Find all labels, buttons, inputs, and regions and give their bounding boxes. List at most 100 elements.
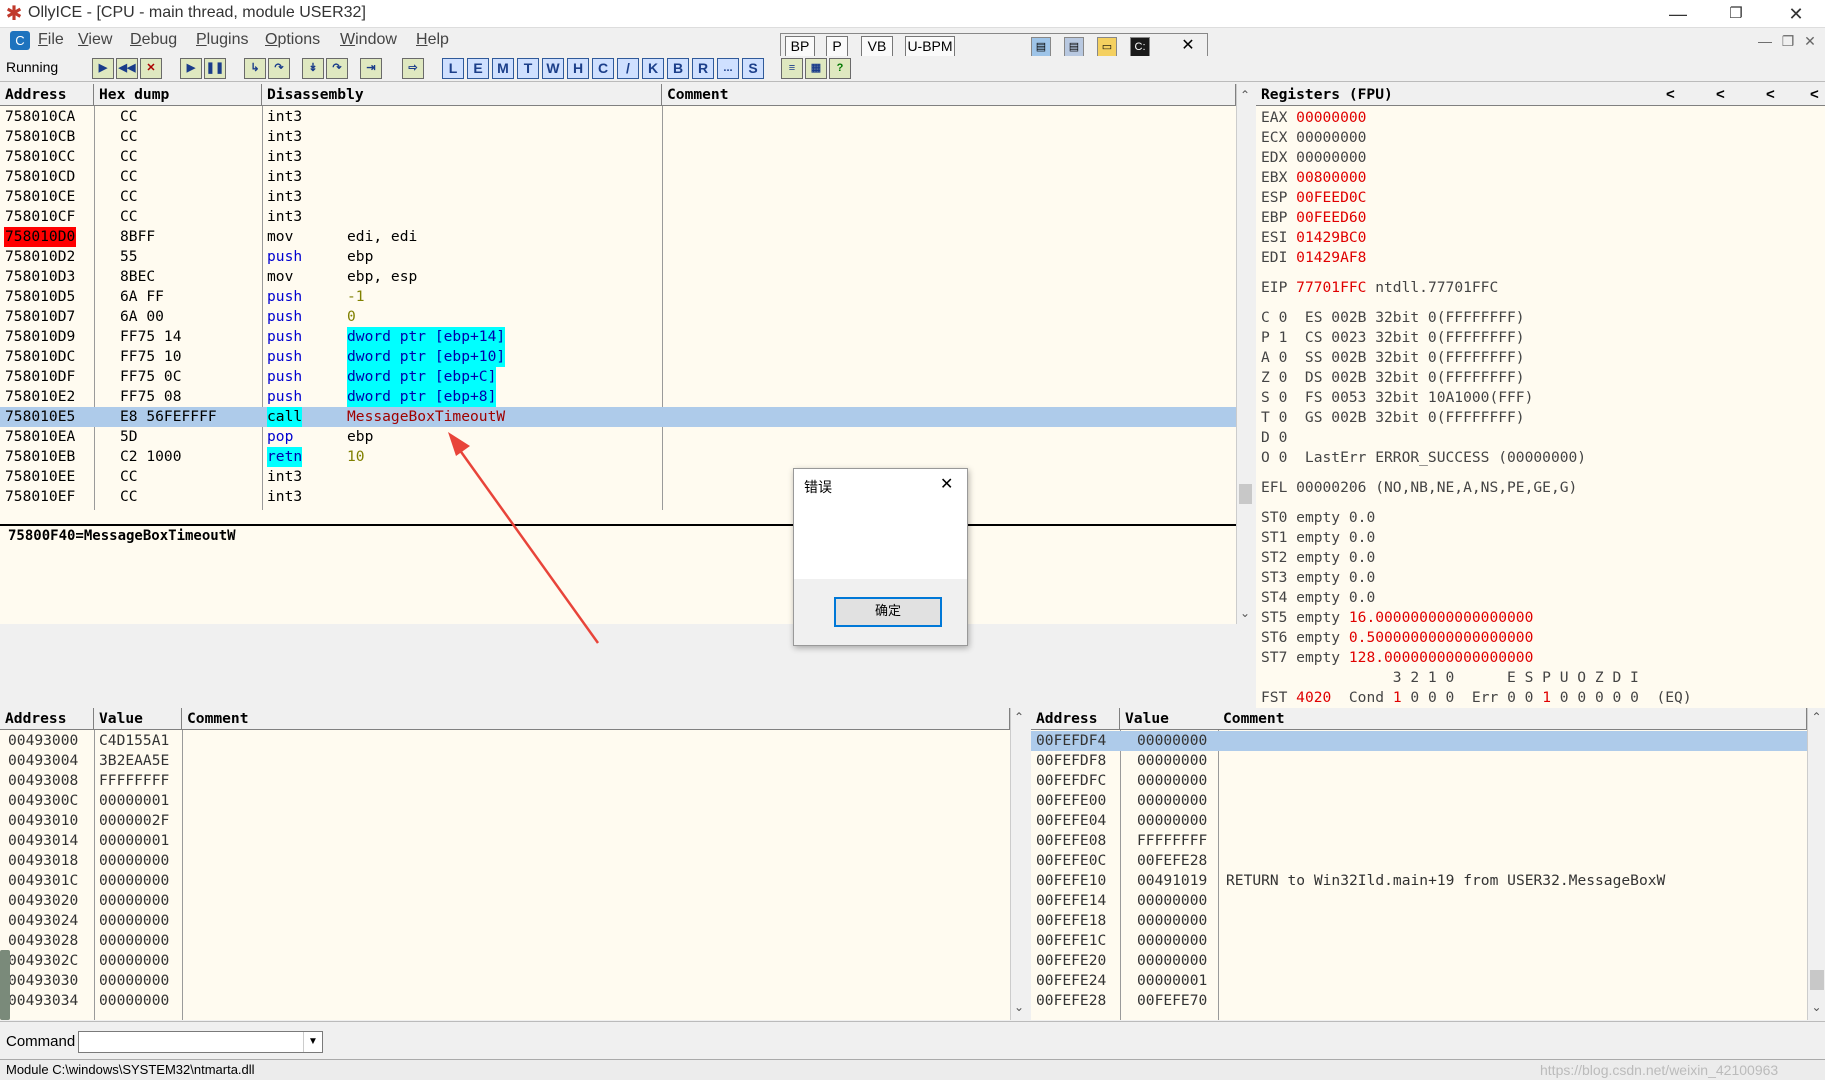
toolbar-c-button[interactable]: C bbox=[592, 58, 614, 79]
scroll-up-icon[interactable]: ⌃ bbox=[1808, 710, 1825, 724]
dump-row[interactable]: 00493028 00000000 bbox=[0, 931, 1010, 951]
command-input[interactable] bbox=[78, 1031, 323, 1053]
stack-row[interactable]: 00FEFDF8 00000000 bbox=[1031, 751, 1807, 771]
stack-address[interactable]: 00FEFDF4 bbox=[1036, 731, 1106, 751]
trace-over-icon[interactable]: ↷ bbox=[326, 58, 348, 79]
reg-arrow-4[interactable]: < bbox=[1810, 86, 1824, 103]
disasm-address[interactable]: 758010CE bbox=[4, 187, 76, 207]
dump-address[interactable]: 00493004 bbox=[8, 751, 78, 771]
reg-arrow-1[interactable]: < bbox=[1666, 86, 1686, 103]
stack-row[interactable]: 00FEFDFC 00000000 bbox=[1031, 771, 1807, 791]
stack-scrollbar[interactable]: ⌃ ⌄ bbox=[1807, 708, 1825, 1020]
scroll-down-icon[interactable]: ⌄ bbox=[1808, 1000, 1825, 1014]
toolbar-r-button[interactable]: R bbox=[692, 58, 714, 79]
dump-row[interactable]: 00493000 C4D155A1 bbox=[0, 731, 1010, 751]
disasm-row[interactable]: 758010EE CC int3 bbox=[0, 467, 1236, 487]
stack-row[interactable]: 00FEFE08 FFFFFFFF bbox=[1031, 831, 1807, 851]
toolbar-t-button[interactable]: T bbox=[517, 58, 539, 79]
dump-address-header[interactable]: Address bbox=[0, 708, 94, 730]
disasm-address[interactable]: 758010EF bbox=[4, 487, 76, 507]
disasm-address[interactable]: 758010CC bbox=[4, 147, 76, 167]
dump-address[interactable]: 0049300C bbox=[8, 791, 78, 811]
register-value[interactable]: 00FEED60 bbox=[1296, 209, 1366, 226]
menu-help[interactable]: Help bbox=[416, 31, 449, 49]
col-hex-header[interactable]: Hex dump bbox=[94, 84, 262, 106]
toolbar-e-button[interactable]: E bbox=[467, 58, 489, 79]
stack-row[interactable]: 00FEFE0C 00FEFE28 bbox=[1031, 851, 1807, 871]
stack-address[interactable]: 00FEFDF8 bbox=[1036, 751, 1106, 771]
scroll-up-icon[interactable]: ⌃ bbox=[1237, 88, 1253, 102]
disasm-address[interactable]: 758010D0 bbox=[4, 227, 77, 247]
stack-address[interactable]: 00FEFE24 bbox=[1036, 971, 1106, 991]
dialog-close-icon[interactable]: ✕ bbox=[940, 474, 953, 494]
disasm-address[interactable]: 758010CD bbox=[4, 167, 76, 187]
registers-header[interactable]: Registers (FPU) bbox=[1256, 84, 1825, 106]
stack-listing[interactable]: 00FEFDF4 00000000 00FEFDF8 00000000 00FEFDFC… bbox=[1031, 731, 1807, 1020]
toolbar-m-button[interactable]: M bbox=[492, 58, 514, 79]
reg-arrow-2[interactable]: < bbox=[1716, 86, 1736, 103]
fpu-value[interactable]: 0.0 bbox=[1349, 529, 1375, 546]
disasm-row[interactable]: 758010DC FF75 10 push dword ptr [ebp+10] bbox=[0, 347, 1236, 367]
disasm-address[interactable]: 758010D5 bbox=[4, 287, 76, 307]
register-value[interactable]: 00000000 bbox=[1296, 109, 1366, 126]
disasm-address[interactable]: 758010E2 bbox=[4, 387, 76, 407]
plugin-close-icon[interactable]: ✕ bbox=[1178, 37, 1198, 57]
dump-address[interactable]: 00493024 bbox=[8, 911, 78, 931]
fpu-value[interactable]: 16.000000000000000000 bbox=[1349, 609, 1534, 626]
disasm-address[interactable]: 758010EA bbox=[4, 427, 76, 447]
folder-icon[interactable]: ▭ bbox=[1097, 37, 1117, 57]
disasm-row[interactable]: 758010E5 E8 56FEFFFF call MessageBoxTimeout… bbox=[0, 407, 1236, 427]
disasm-address[interactable]: 758010CB bbox=[4, 127, 76, 147]
register-value[interactable]: 00000000 bbox=[1296, 149, 1366, 166]
dump-address[interactable]: 00493034 bbox=[8, 991, 78, 1011]
scroll-down-icon[interactable]: ⌄ bbox=[1237, 606, 1253, 620]
mdi-close-icon[interactable]: ✕ bbox=[1800, 31, 1820, 51]
dump-row[interactable]: 00493030 00000000 bbox=[0, 971, 1010, 991]
disasm-row[interactable]: 758010D5 6A FF push -1 bbox=[0, 287, 1236, 307]
dump-row[interactable]: 00493018 00000000 bbox=[0, 851, 1010, 871]
col-address-header[interactable]: Address bbox=[0, 84, 94, 106]
stack-address[interactable]: 00FEFE08 bbox=[1036, 831, 1106, 851]
mdi-minimize-icon[interactable]: — bbox=[1755, 31, 1775, 51]
close-button[interactable]: ✕ bbox=[1770, 0, 1822, 28]
stack-row[interactable]: 00FEFE18 00000000 bbox=[1031, 911, 1807, 931]
open-icon[interactable]: ▶ bbox=[92, 58, 114, 79]
disasm-address[interactable]: 758010D2 bbox=[4, 247, 76, 267]
dump-address[interactable]: 0049302C bbox=[8, 951, 78, 971]
fpu-value[interactable]: 0.0 bbox=[1349, 589, 1375, 606]
stack-row[interactable]: 00FEFE00 00000000 bbox=[1031, 791, 1807, 811]
disasm-address[interactable]: 758010DF bbox=[4, 367, 76, 387]
toolbar-s-button[interactable]: S bbox=[742, 58, 764, 79]
col-disasm-header[interactable]: Disassembly bbox=[262, 84, 662, 106]
list-icon[interactable]: ≡ bbox=[781, 58, 803, 79]
stack-address-header[interactable]: Address bbox=[1031, 708, 1120, 730]
stack-address[interactable]: 00FEFE0C bbox=[1036, 851, 1106, 871]
menu-file[interactable]: File bbox=[38, 31, 64, 49]
dump-address[interactable]: 00493010 bbox=[8, 811, 78, 831]
col-comment-header[interactable]: Comment bbox=[662, 84, 1236, 106]
disasm-row[interactable]: 758010D9 FF75 14 push dword ptr [ebp+14] bbox=[0, 327, 1236, 347]
dump-value-header[interactable]: Value bbox=[94, 708, 182, 730]
menu-window[interactable]: Window bbox=[340, 31, 397, 49]
toolbar-k-button[interactable]: K bbox=[642, 58, 664, 79]
dump-row[interactable]: 0049301C 00000000 bbox=[0, 871, 1010, 891]
menu-debug[interactable]: Debug bbox=[130, 31, 177, 49]
dump-pane[interactable]: Address Value Comment 00493000 C4D155A1 00… bbox=[0, 708, 1010, 1020]
disasm-row[interactable]: 758010EB C2 1000 retn 10 bbox=[0, 447, 1236, 467]
u-bpm-button[interactable]: U-BPM bbox=[905, 36, 955, 57]
dump-row[interactable]: 00493020 00000000 bbox=[0, 891, 1010, 911]
run-icon[interactable]: ▶ bbox=[180, 58, 202, 79]
disasm-address[interactable]: 758010D7 bbox=[4, 307, 76, 327]
restart-icon[interactable]: ◀◀ bbox=[116, 58, 138, 79]
registers-pane[interactable]: Registers (FPU) < < < < EAX 00000000 ECX … bbox=[1256, 84, 1825, 708]
fpu-value[interactable]: 0.0 bbox=[1349, 549, 1375, 566]
disasm-row[interactable]: 758010D3 8BEC mov ebp, esp bbox=[0, 267, 1236, 287]
register-value[interactable]: 77701FFC bbox=[1296, 279, 1366, 296]
dump-row[interactable]: 0049300C 00000001 bbox=[0, 791, 1010, 811]
disasm-address[interactable]: 758010D9 bbox=[4, 327, 76, 347]
disasm-row[interactable]: 758010D7 6A 00 push 0 bbox=[0, 307, 1236, 327]
stack-address[interactable]: 00FEFE18 bbox=[1036, 911, 1106, 931]
register-value[interactable]: 01429AF8 bbox=[1296, 249, 1366, 266]
stack-row[interactable]: 00FEFE24 00000001 bbox=[1031, 971, 1807, 991]
notepad-icon[interactable]: ▤ bbox=[1064, 37, 1084, 57]
